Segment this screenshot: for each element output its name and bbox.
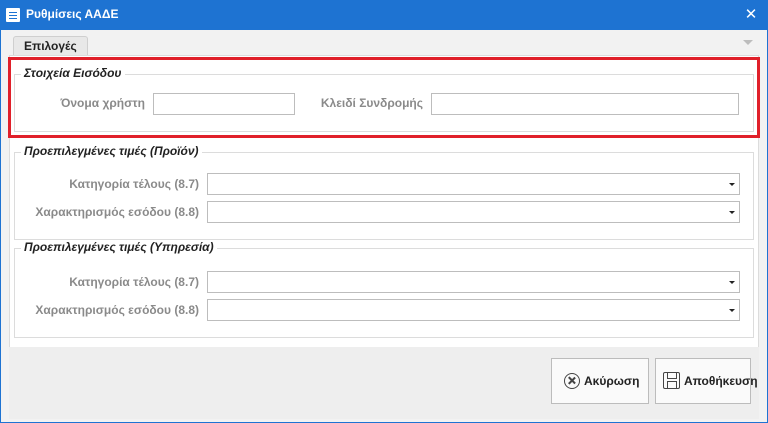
product-fee-category-label: Κατηγορία τέλους (8.7)	[69, 177, 199, 191]
product-fee-category-select[interactable]	[207, 173, 740, 195]
chevron-down-icon[interactable]	[743, 40, 753, 45]
highlight-box	[8, 57, 760, 138]
cancel-circle-icon	[564, 373, 580, 389]
group-title-product: Προεπιλεγμένες τιμές (Προϊόν)	[21, 144, 202, 158]
tab-options[interactable]: Επιλογές	[13, 36, 88, 57]
service-fee-category-select[interactable]	[207, 271, 740, 293]
group-service-defaults: Προεπιλεγμένες τιμές (Υπηρεσία) Κατηγορί…	[14, 240, 754, 338]
product-income-class-select[interactable]	[207, 201, 740, 223]
service-income-class-select[interactable]	[207, 299, 740, 321]
cancel-button[interactable]: Ακύρωση	[551, 358, 649, 404]
chevron-down-icon[interactable]	[726, 301, 738, 319]
save-floppy-icon	[663, 372, 680, 389]
tab-strip: Επιλογές	[9, 34, 759, 57]
aade-settings-window: Ρυθμίσεις ΑΑΔΕ ✕ Επιλογές Στοιχεία Εισόδ…	[0, 0, 768, 423]
save-button[interactable]: Αποθήκευση	[655, 358, 758, 404]
product-income-class-label: Χαρακτηρισμός εσόδου (8.8)	[35, 205, 199, 219]
group-product-defaults: Προεπιλεγμένες τιμές (Προϊόν) Κατηγορία …	[14, 144, 754, 240]
chevron-down-icon[interactable]	[726, 273, 738, 291]
window-title: Ρυθμίσεις ΑΑΔΕ	[26, 7, 119, 21]
chevron-down-icon[interactable]	[726, 203, 738, 221]
save-button-label: Αποθήκευση	[684, 374, 758, 388]
cancel-button-label: Ακύρωση	[584, 374, 640, 388]
settings-window-icon	[6, 8, 20, 22]
group-title-service: Προεπιλεγμένες τιμές (Υπηρεσία)	[21, 240, 217, 254]
dialog-footer: Ακύρωση Αποθήκευση	[9, 347, 759, 419]
title-bar: Ρυθμίσεις ΑΑΔΕ ✕	[0, 0, 768, 30]
service-fee-category-label: Κατηγορία τέλους (8.7)	[69, 275, 199, 289]
service-income-class-label: Χαρακτηρισμός εσόδου (8.8)	[35, 303, 199, 317]
chevron-down-icon[interactable]	[726, 175, 738, 193]
close-button[interactable]: ✕	[742, 6, 760, 24]
